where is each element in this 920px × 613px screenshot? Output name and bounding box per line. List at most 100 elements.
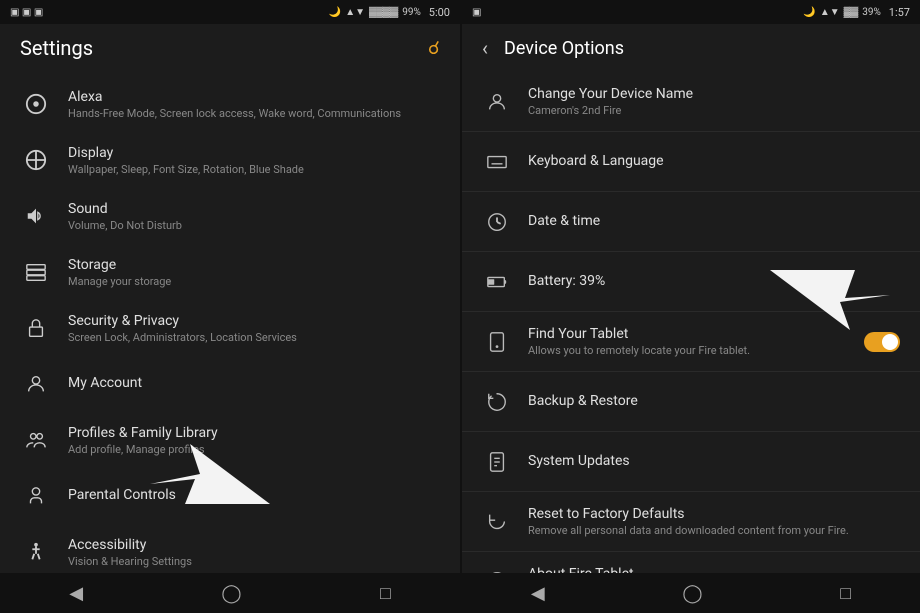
left-app-bar: Settings ☌ — [0, 24, 460, 72]
security-subtitle: Screen Lock, Administrators, Location Se… — [68, 331, 440, 344]
keyboard-text: Keyboard & Language — [528, 153, 900, 171]
right-app-bar: ‹ Device Options — [462, 24, 920, 72]
datetime-text: Date & time — [528, 213, 900, 231]
left-status-icons: ▣ ▣ ▣ — [10, 7, 43, 18]
recents-nav-left[interactable]: □ — [360, 575, 411, 612]
parental-icon — [20, 480, 52, 512]
option-factoryreset[interactable]: Reset to Factory Defaults Remove all per… — [462, 492, 920, 552]
security-text: Security & Privacy Screen Lock, Administ… — [68, 313, 440, 344]
profiles-icon — [20, 424, 52, 456]
parental-title: Parental Controls — [68, 487, 440, 503]
storage-title: Storage — [68, 257, 440, 273]
myaccount-text: My Account — [68, 375, 440, 393]
right-sim-icon: ▣ — [472, 7, 481, 18]
abouttablet-title: About Fire Tablet — [528, 566, 900, 573]
left-panel: ▣ ▣ ▣ 🌙 ▲▼ ▓▓▓▓ 99% 5:00 Settings ☌ Alex… — [0, 0, 460, 613]
profiles-title: Profiles & Family Library — [68, 425, 440, 441]
abouttablet-icon — [482, 567, 512, 574]
findtablet-text: Find Your Tablet Allows you to remotely … — [528, 326, 864, 357]
left-battery-level: 99% — [402, 7, 421, 18]
display-title: Display — [68, 145, 440, 161]
display-subtitle: Wallpaper, Sleep, Font Size, Rotation, B… — [68, 163, 440, 176]
sound-title: Sound — [68, 201, 440, 217]
left-status-right: 🌙 ▲▼ ▓▓▓▓ 99% 5:00 — [329, 6, 450, 19]
setting-item-security[interactable]: Security & Privacy Screen Lock, Administ… — [0, 300, 460, 356]
systemupdates-title: System Updates — [528, 453, 900, 469]
option-backup[interactable]: Backup & Restore — [462, 372, 920, 432]
device-options-title: Device Options — [504, 38, 624, 59]
findtablet-toggle[interactable] — [864, 332, 900, 352]
accessibility-title: Accessibility — [68, 537, 440, 553]
backup-icon — [482, 387, 512, 417]
alexa-subtitle: Hands-Free Mode, Screen lock access, Wak… — [68, 107, 440, 120]
back-nav-left[interactable]: ◀ — [49, 575, 103, 612]
factoryreset-subtitle: Remove all personal data and downloaded … — [528, 524, 900, 537]
factoryreset-text: Reset to Factory Defaults Remove all per… — [528, 506, 900, 537]
battery-icon-left: ▓▓▓▓ — [369, 7, 398, 18]
moon-icon: 🌙 — [329, 7, 341, 18]
option-systemupdates[interactable]: System Updates — [462, 432, 920, 492]
setting-item-myaccount[interactable]: My Account — [0, 356, 460, 412]
security-icon — [20, 312, 52, 344]
home-nav-left[interactable]: ◯ — [201, 575, 261, 612]
factoryreset-icon — [482, 507, 512, 537]
back-button[interactable]: ‹ — [478, 32, 492, 64]
datetime-title: Date & time — [528, 213, 900, 229]
setting-item-storage[interactable]: Storage Manage your storage — [0, 244, 460, 300]
backup-text: Backup & Restore — [528, 393, 900, 411]
recents-nav-right[interactable]: □ — [820, 575, 871, 612]
setting-item-display[interactable]: Display Wallpaper, Sleep, Font Size, Rot… — [0, 132, 460, 188]
devicename-title: Change Your Device Name — [528, 86, 900, 102]
setting-item-alexa[interactable]: Alexa Hands-Free Mode, Screen lock acces… — [0, 76, 460, 132]
sound-subtitle: Volume, Do Not Disturb — [68, 219, 440, 232]
settings-title: Settings — [20, 36, 93, 60]
option-keyboard[interactable]: Keyboard & Language — [462, 132, 920, 192]
accessibility-subtitle: Vision & Hearing Settings — [68, 555, 440, 568]
device-options-list: Change Your Device Name Cameron's 2nd Fi… — [462, 72, 920, 573]
option-abouttablet[interactable]: About Fire Tablet Fire 7 (9th generation… — [462, 552, 920, 573]
abouttablet-text: About Fire Tablet Fire 7 (9th generation… — [528, 566, 900, 573]
sim-icon: ▣ ▣ ▣ — [10, 7, 43, 18]
right-bottom-nav: ◀ ◯ □ — [462, 573, 920, 613]
findtablet-icon — [482, 327, 512, 357]
security-title: Security & Privacy — [68, 313, 440, 329]
devicename-subtitle: Cameron's 2nd Fire — [528, 104, 900, 117]
option-devicename[interactable]: Change Your Device Name Cameron's 2nd Fi… — [462, 72, 920, 132]
sound-icon — [20, 200, 52, 232]
home-nav-right[interactable]: ◯ — [662, 575, 722, 612]
right-battery-level: 39% — [862, 7, 881, 18]
right-moon-icon: 🌙 — [803, 7, 815, 18]
option-battery[interactable]: Battery: 39% — [462, 252, 920, 312]
settings-list: Alexa Hands-Free Mode, Screen lock acces… — [0, 72, 460, 573]
search-icon-button[interactable]: ☌ — [428, 38, 440, 59]
left-bottom-nav: ◀ ◯ □ — [0, 573, 460, 613]
findtablet-title: Find Your Tablet — [528, 326, 864, 342]
setting-item-profiles[interactable]: Profiles & Family Library Add profile, M… — [0, 412, 460, 468]
right-status-right: 🌙 ▲▼ ▓▓ 39% 1:57 — [803, 6, 910, 19]
battery-text: Battery: 39% — [528, 273, 900, 291]
storage-subtitle: Manage your storage — [68, 275, 440, 288]
alexa-icon — [20, 88, 52, 120]
setting-item-sound[interactable]: Sound Volume, Do Not Disturb — [0, 188, 460, 244]
right-status-bar: ▣ 🌙 ▲▼ ▓▓ 39% 1:57 — [462, 0, 920, 24]
factoryreset-title: Reset to Factory Defaults — [528, 506, 900, 522]
findtablet-subtitle: Allows you to remotely locate your Fire … — [528, 344, 864, 357]
storage-icon — [20, 256, 52, 288]
option-datetime[interactable]: Date & time — [462, 192, 920, 252]
alexa-text: Alexa Hands-Free Mode, Screen lock acces… — [68, 89, 440, 120]
right-panel: ▣ 🌙 ▲▼ ▓▓ 39% 1:57 ‹ Device Options Chan… — [462, 0, 920, 613]
myaccount-title: My Account — [68, 375, 440, 391]
parental-text: Parental Controls — [68, 487, 440, 505]
left-status-bar: ▣ ▣ ▣ 🌙 ▲▼ ▓▓▓▓ 99% 5:00 — [0, 0, 460, 24]
profiles-subtitle: Add profile, Manage profiles — [68, 443, 440, 456]
setting-item-parental[interactable]: Parental Controls — [0, 468, 460, 524]
keyboard-title: Keyboard & Language — [528, 153, 900, 169]
wifi-icon: ▲▼ — [345, 7, 365, 18]
systemupdates-icon — [482, 447, 512, 477]
option-findtablet[interactable]: Find Your Tablet Allows you to remotely … — [462, 312, 920, 372]
right-battery-icon: ▓▓ — [844, 7, 859, 18]
datetime-icon — [482, 207, 512, 237]
setting-item-accessibility[interactable]: Accessibility Vision & Hearing Settings — [0, 524, 460, 573]
battery-title: Battery: 39% — [528, 273, 900, 289]
back-nav-right[interactable]: ◀ — [511, 575, 565, 612]
